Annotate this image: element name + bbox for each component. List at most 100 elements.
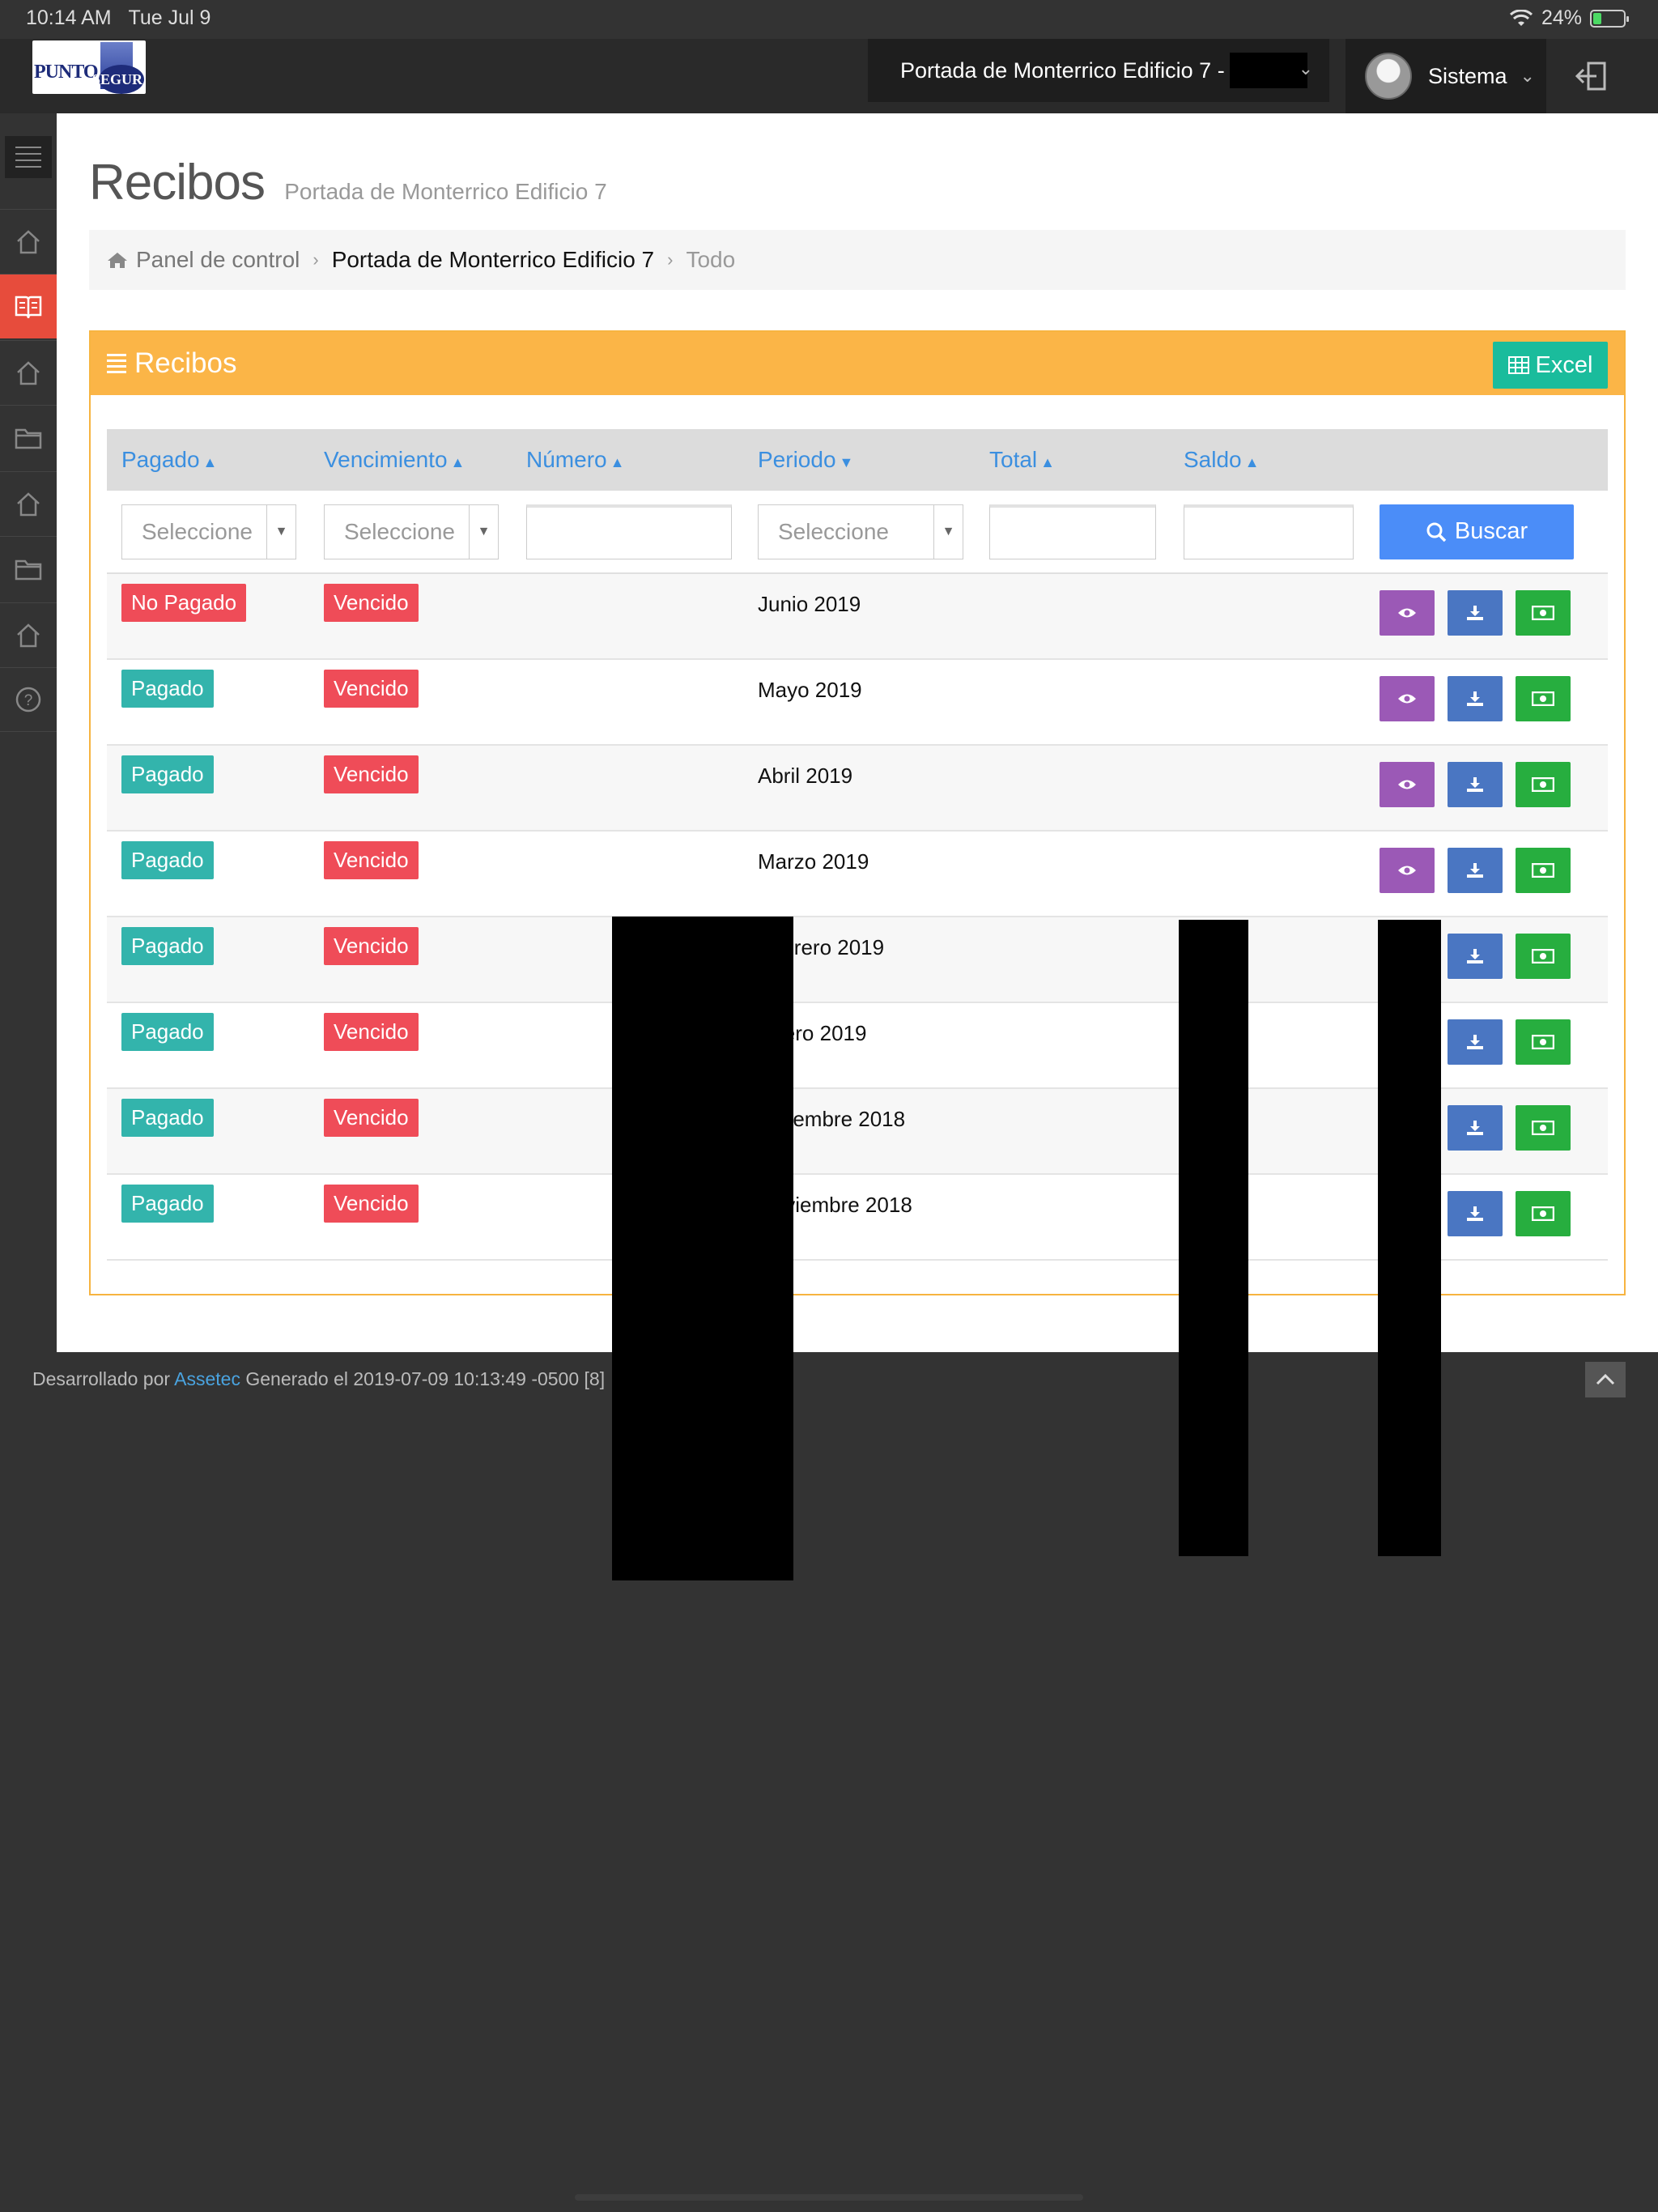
sidebar-item-receipts[interactable] <box>0 274 66 338</box>
brand-logo[interactable]: PUNTO SEGUR <box>32 40 146 94</box>
cell-total <box>975 1174 1169 1261</box>
cell-total <box>975 573 1169 660</box>
download-button[interactable] <box>1448 848 1503 893</box>
cell-total <box>975 1088 1169 1175</box>
svg-text:?: ? <box>24 692 33 709</box>
header-numero[interactable]: Número ▲ <box>512 429 743 491</box>
home-icon <box>17 623 40 647</box>
download-button[interactable] <box>1448 1191 1503 1236</box>
pay-button[interactable] <box>1516 848 1571 893</box>
status-right: 24% <box>1509 6 1629 30</box>
logout-button[interactable] <box>1571 58 1616 94</box>
cell-total <box>975 831 1169 917</box>
eye-icon <box>1398 866 1416 875</box>
sort-icon: ▲ <box>1040 454 1055 470</box>
sort-desc-icon: ▼ <box>839 454 854 470</box>
excel-export-button[interactable]: Excel <box>1493 342 1608 389</box>
breadcrumb: Panel de control › Portada de Monterrico… <box>89 230 1626 290</box>
header-saldo[interactable]: Saldo ▲ <box>1169 429 1365 491</box>
logout-icon <box>1575 62 1606 91</box>
sidebar-toggle[interactable] <box>5 136 52 178</box>
download-button[interactable] <box>1448 676 1503 721</box>
breadcrumb-home[interactable]: Panel de control <box>136 247 300 273</box>
pay-button[interactable] <box>1516 1105 1571 1151</box>
user-menu[interactable]: Sistema ⌄ <box>1346 39 1546 113</box>
ios-status-bar: 10:14 AM Tue Jul 9 24% <box>0 0 1658 39</box>
condo-selector[interactable]: Portada de Monterrico Edificio 7 - ⌄ <box>868 39 1329 102</box>
due-badge: Vencido <box>324 755 419 793</box>
redacted-total-column <box>1179 920 1248 1556</box>
header-vencimiento[interactable]: Vencimiento ▲ <box>309 429 512 491</box>
top-navbar: PUNTO SEGUR Portada de Monterrico Edific… <box>0 39 1658 113</box>
chevron-right-icon: › <box>667 249 674 270</box>
sidebar-item-home-4[interactable] <box>0 602 57 667</box>
footer-link-assetec[interactable]: Assetec <box>174 1368 240 1389</box>
sidebar-item-folder[interactable] <box>0 405 57 470</box>
chevron-down-icon: ⌄ <box>1520 66 1535 86</box>
status-time: 10:14 AM Tue Jul 9 <box>26 6 211 29</box>
due-badge: Vencido <box>324 1099 419 1137</box>
pay-button[interactable] <box>1516 1191 1571 1236</box>
sidebar-item-folder-2[interactable] <box>0 536 57 601</box>
header-pagado[interactable]: Pagado ▲ <box>107 429 309 491</box>
money-icon <box>1532 949 1554 963</box>
header-total[interactable]: Total ▲ <box>975 429 1169 491</box>
header-periodo[interactable]: Periodo ▼ <box>743 429 975 491</box>
download-button[interactable] <box>1448 1019 1503 1065</box>
search-icon <box>1426 522 1447 542</box>
view-button[interactable] <box>1380 762 1435 807</box>
download-button[interactable] <box>1448 590 1503 636</box>
caret-down-icon: ▼ <box>266 504 295 559</box>
pay-button[interactable] <box>1516 1019 1571 1065</box>
table-row: Pagado Vencido Mayo 2019 <box>107 659 1608 746</box>
breadcrumb-condo[interactable]: Portada de Monterrico Edificio 7 <box>332 247 654 273</box>
download-icon <box>1467 1206 1483 1221</box>
due-badge: Vencido <box>324 584 419 622</box>
page-subtitle: Portada de Monterrico Edificio 7 <box>284 179 607 204</box>
download-button[interactable] <box>1448 934 1503 979</box>
view-button[interactable] <box>1380 590 1435 636</box>
status-badge: No Pagado <box>121 584 247 622</box>
redacted-block <box>1229 53 1307 88</box>
cell-saldo <box>1169 831 1365 917</box>
due-badge: Vencido <box>324 927 419 965</box>
status-badge: Pagado <box>121 670 214 708</box>
pay-button[interactable] <box>1516 590 1571 636</box>
download-button[interactable] <box>1448 762 1503 807</box>
pay-button[interactable] <box>1516 762 1571 807</box>
sort-icon: ▲ <box>1244 454 1260 470</box>
sidebar-item-home-3[interactable] <box>0 471 57 536</box>
cell-periodo: Mayo 2019 <box>758 678 862 702</box>
filter-vencimiento-select[interactable]: Seleccione ▼ <box>324 504 499 559</box>
table-icon <box>1507 356 1529 374</box>
sidebar-item-help[interactable]: ? <box>0 667 57 732</box>
pay-button[interactable] <box>1516 676 1571 721</box>
download-icon <box>1467 606 1483 620</box>
cell-saldo <box>1169 573 1365 660</box>
status-badge: Pagado <box>121 1099 214 1137</box>
view-button[interactable] <box>1380 848 1435 893</box>
eye-icon <box>1398 780 1416 789</box>
download-icon <box>1467 1121 1483 1135</box>
view-button[interactable] <box>1380 676 1435 721</box>
sidebar-item-home[interactable] <box>0 209 57 274</box>
filter-numero-input[interactable] <box>526 504 732 559</box>
money-icon <box>1532 863 1554 878</box>
filter-saldo-input[interactable] <box>1184 504 1354 559</box>
download-icon <box>1467 949 1483 963</box>
table-header-row: Pagado ▲ Vencimiento ▲ Número ▲ Periodo ▼ To… <box>107 429 1608 491</box>
battery-icon <box>1590 9 1629 28</box>
chevron-right-icon: › <box>312 249 319 270</box>
sidebar-item-home-2[interactable] <box>0 340 57 405</box>
search-button[interactable]: Buscar <box>1380 504 1574 559</box>
scroll-to-top-button[interactable] <box>1585 1362 1626 1397</box>
cell-numero <box>512 745 743 832</box>
home-icon <box>108 253 127 268</box>
filter-periodo-select[interactable]: Seleccione ▼ <box>758 504 963 559</box>
filter-total-input[interactable] <box>989 504 1156 559</box>
filter-pagado-select[interactable]: Seleccione ▼ <box>121 504 296 559</box>
pay-button[interactable] <box>1516 934 1571 979</box>
breadcrumb-current: Todo <box>686 247 736 272</box>
download-button[interactable] <box>1448 1105 1503 1151</box>
home-indicator <box>575 2194 1083 2201</box>
